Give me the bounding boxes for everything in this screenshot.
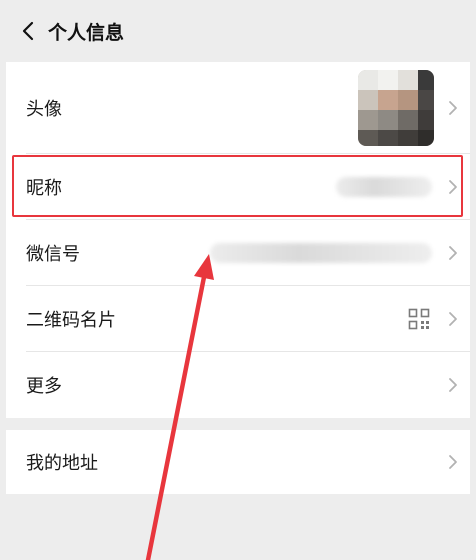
red-arrow-annotation — [145, 254, 214, 560]
